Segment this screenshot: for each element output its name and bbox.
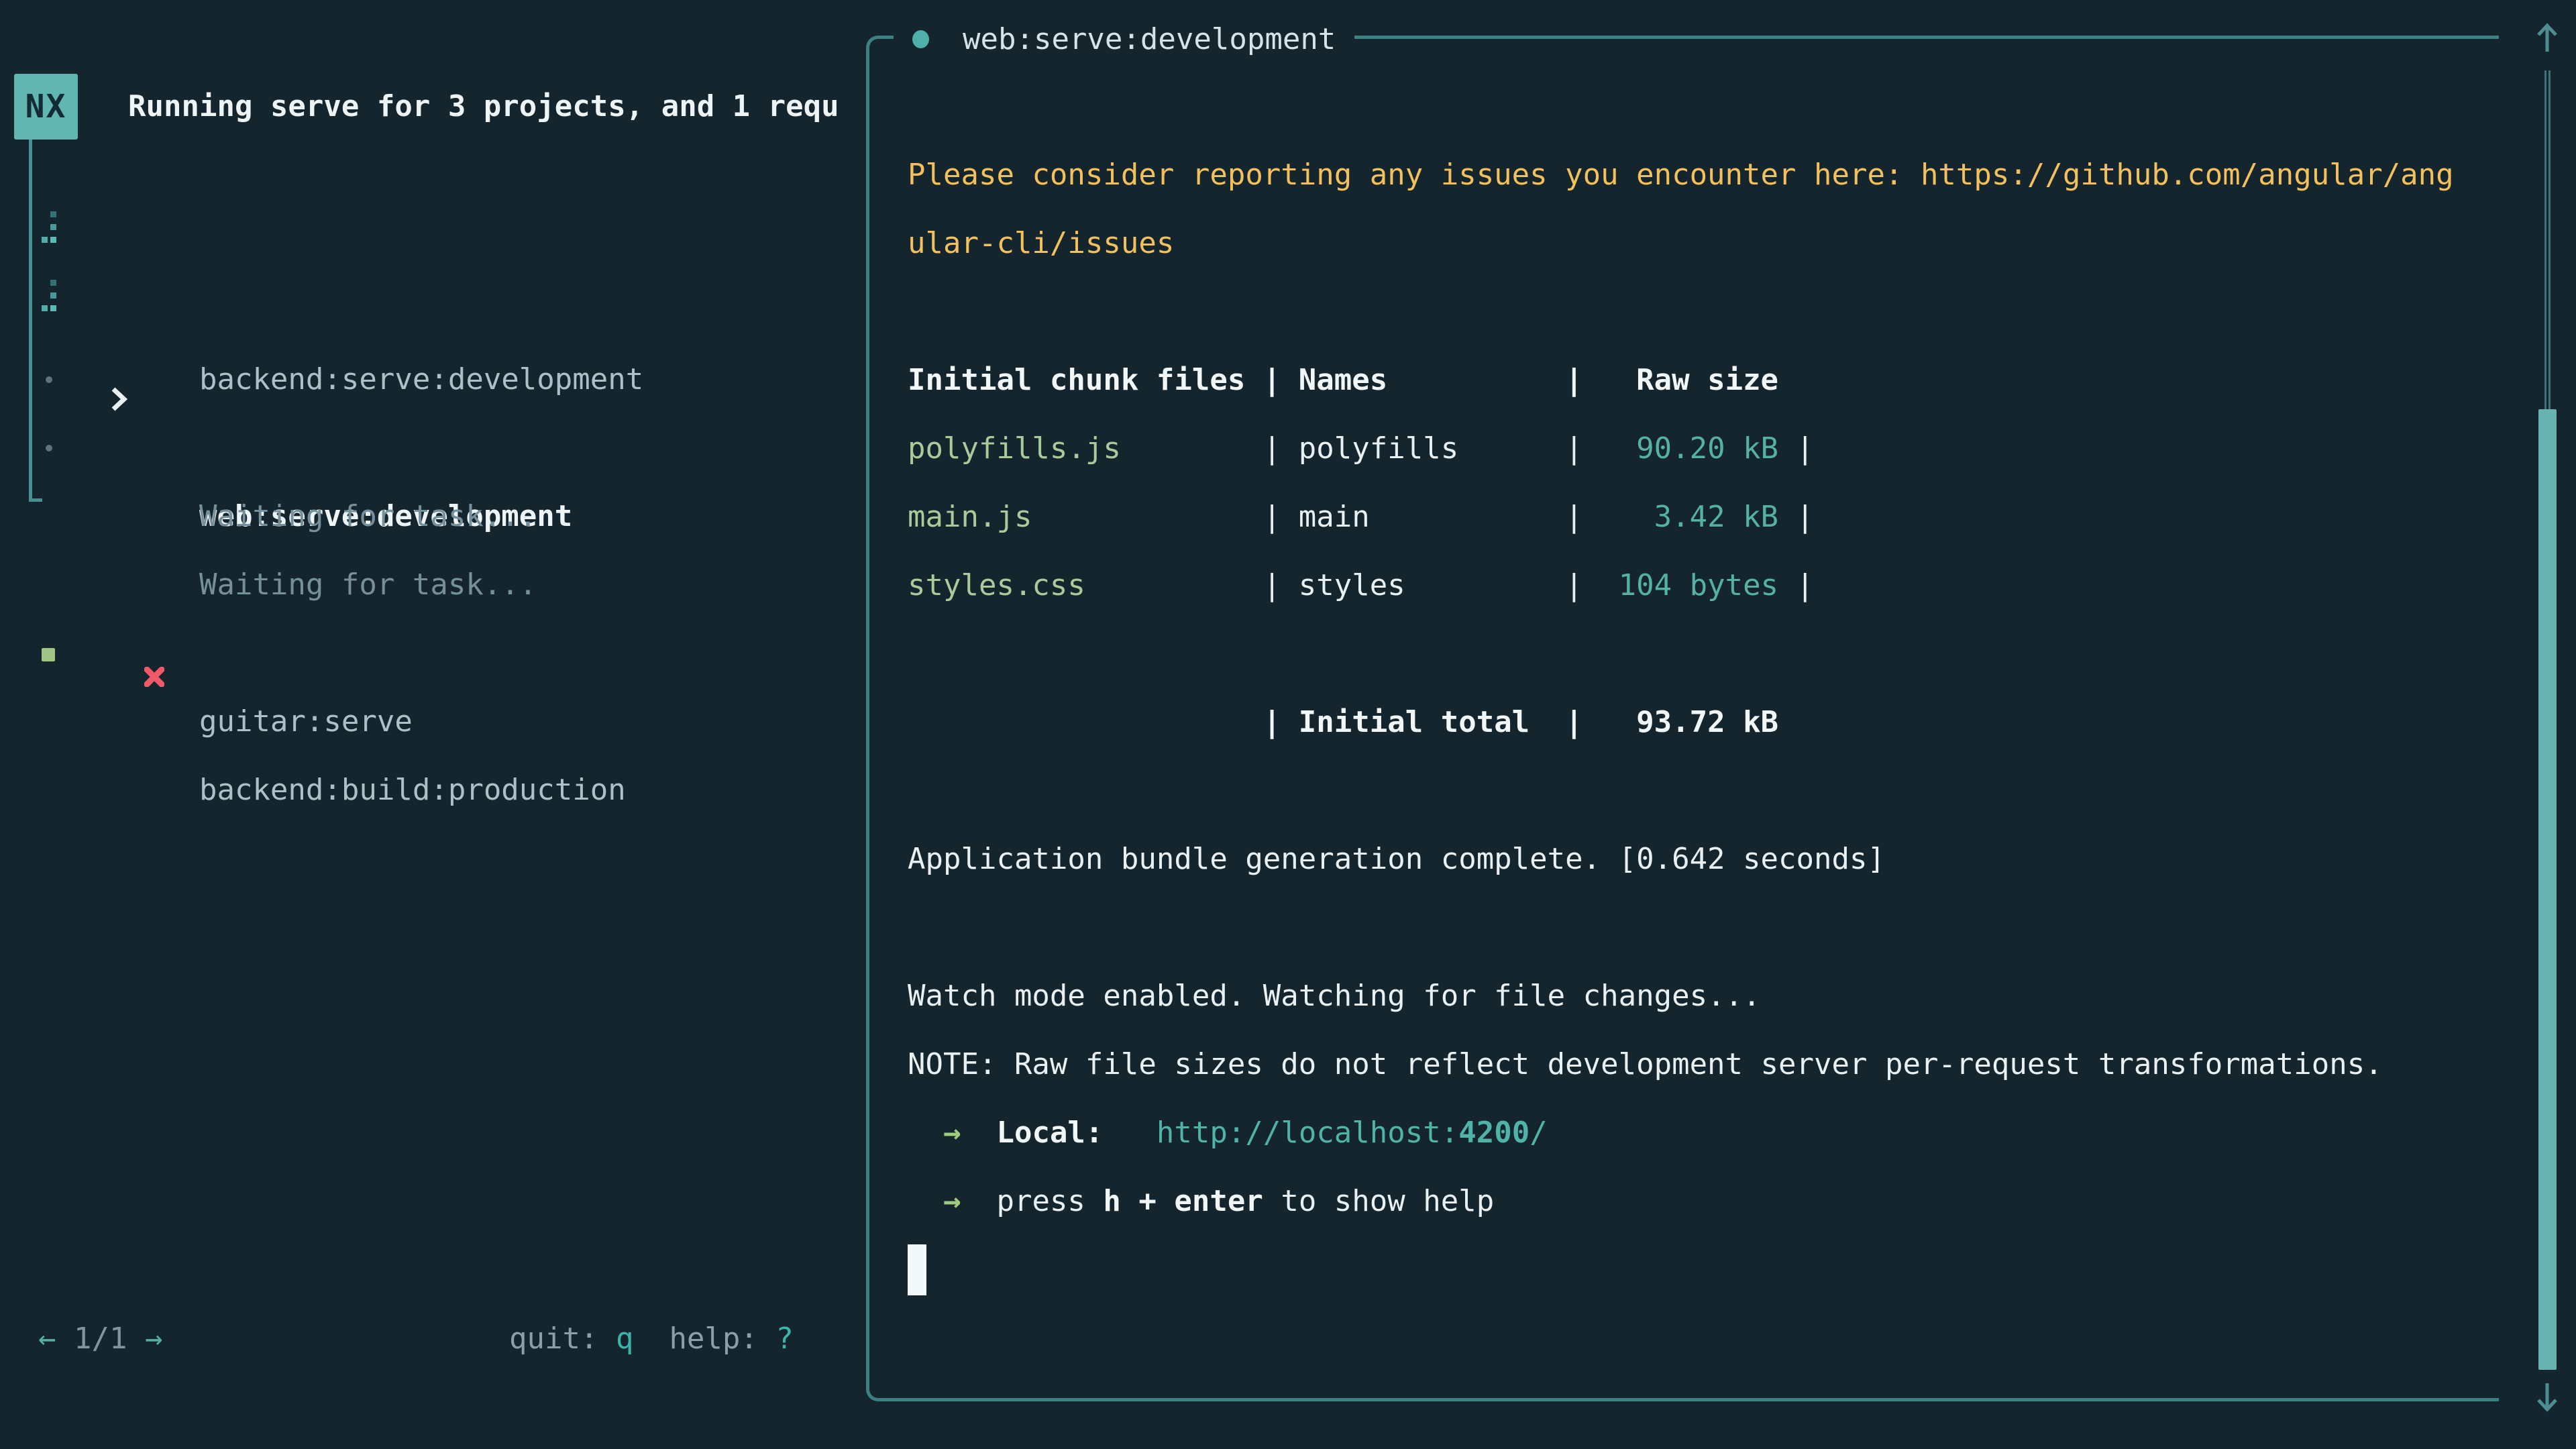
- waiting-dot-icon: [46, 445, 52, 451]
- terminal-line: polyfills.js | polyfills | 90.20 kB |: [908, 415, 2454, 483]
- terminal-line: → press h + enter to show help: [908, 1167, 2454, 1236]
- keyboard-shortcuts: quit: q help: ?: [509, 1305, 794, 1373]
- task-label: Waiting for task...: [199, 499, 537, 533]
- terminal-cursor: [908, 1244, 926, 1295]
- terminal-line: Initial chunk files | Names | Raw size: [908, 346, 2454, 415]
- scroll-down-icon[interactable]: [2535, 1382, 2559, 1413]
- terminal-line: Watch mode enabled. Watching for file ch…: [908, 962, 2454, 1030]
- task-label: backend:build:production: [199, 773, 626, 807]
- scrollbar-track[interactable]: [2548, 70, 2551, 409]
- terminal-line: [908, 620, 2454, 688]
- terminal-line: [908, 72, 2454, 141]
- task-row-waiting-2[interactable]: Waiting for task...: [0, 414, 859, 482]
- quit-key: q: [616, 1322, 634, 1356]
- terminal-line: [908, 894, 2454, 962]
- scroll-up-icon[interactable]: [2535, 22, 2559, 53]
- task-output-panel: web:serve:development Please consider re…: [866, 36, 2499, 1401]
- pager-page: 1/1: [74, 1322, 127, 1356]
- success-square-icon: [42, 648, 55, 661]
- spinner-icon: [42, 211, 58, 244]
- task-label: guitar:serve: [199, 704, 413, 739]
- task-row-backend-build[interactable]: backend:build:production: [0, 619, 859, 688]
- failed-cross-icon: [38, 575, 58, 595]
- help-key: ?: [775, 1322, 794, 1356]
- panel-title: web:serve:development: [894, 5, 1354, 73]
- pager-next-icon[interactable]: →: [145, 1322, 163, 1356]
- terminal-line: Application bundle generation complete. …: [908, 825, 2454, 894]
- task-row-guitar-serve[interactable]: guitar:serve: [0, 551, 859, 619]
- task-row-web-serve[interactable]: web:serve:development: [0, 277, 859, 345]
- nx-logo-badge: NX: [14, 74, 78, 140]
- terminal-line: Please consider reporting any issues you…: [908, 141, 2454, 209]
- pager: ← 1/1 →: [38, 1305, 162, 1373]
- pager-page-indicator: [56, 1322, 74, 1356]
- terminal-output: Please consider reporting any issues you…: [908, 72, 2454, 1236]
- selected-pointer-icon: [4, 299, 21, 323]
- pager-prev-icon[interactable]: ←: [38, 1322, 56, 1356]
- task-row-backend-serve[interactable]: backend:serve:development: [0, 209, 859, 277]
- help-label: help:: [669, 1322, 775, 1356]
- terminal-line: ular-cli/issues: [908, 209, 2454, 278]
- spinner-icon: [42, 280, 58, 312]
- nx-terminal-ui: NX Running serve for 3 projects, and 1 r…: [0, 0, 2576, 1449]
- quit-label: quit:: [509, 1322, 616, 1356]
- task-row-waiting-1[interactable]: Waiting for task...: [0, 345, 859, 414]
- terminal-line: [908, 757, 2454, 825]
- running-dot-icon: [912, 30, 929, 48]
- terminal-line: main.js | main | 3.42 kB |: [908, 483, 2454, 551]
- terminal-line: [908, 278, 2454, 346]
- scrollbar-thumb[interactable]: [2538, 409, 2557, 1370]
- terminal-line: | Initial total | 93.72 kB: [908, 688, 2454, 757]
- terminal-line: styles.css | styles | 104 bytes |: [908, 551, 2454, 620]
- terminal-line: → Local: http://localhost:4200/: [908, 1099, 2454, 1167]
- waiting-dot-icon: [46, 376, 52, 383]
- panel-title-text: web:serve:development: [963, 22, 1336, 56]
- terminal-line: NOTE: Raw file sizes do not reflect deve…: [908, 1030, 2454, 1099]
- scrollbar-track[interactable]: [2544, 70, 2546, 409]
- page-title: Running serve for 3 projects, and 1 requ: [128, 74, 859, 140]
